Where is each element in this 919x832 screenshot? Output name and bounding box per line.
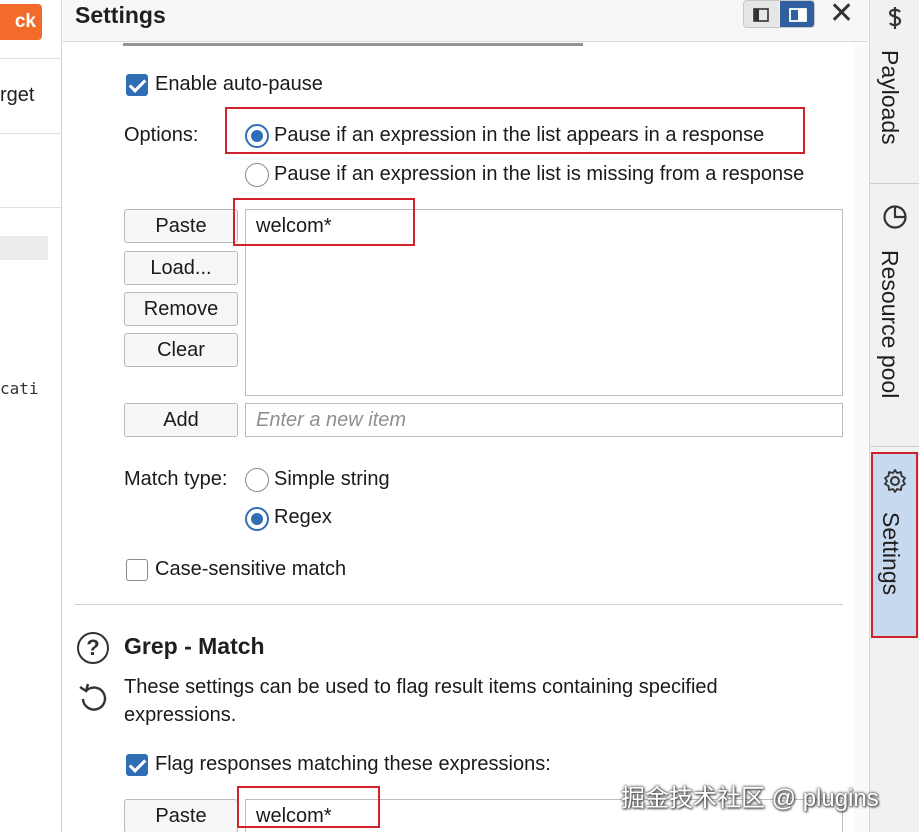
- grep-paste-button[interactable]: Paste: [124, 799, 238, 832]
- left-divider: [0, 133, 61, 134]
- highlight-box-list-item: [233, 198, 415, 246]
- pie-chart-icon: [883, 205, 907, 229]
- right-tab-bar: Payloads Resource pool Settings: [869, 0, 919, 832]
- option-appears-label: Pause if an expression in the list appea…: [274, 124, 765, 146]
- split-layout-icon: [753, 8, 769, 22]
- load-button[interactable]: Load...: [124, 251, 238, 285]
- panel-layout-icon: [789, 8, 807, 22]
- gear-icon: [884, 469, 906, 493]
- dollar-icon: [888, 7, 902, 29]
- layout-toggle: [743, 0, 815, 28]
- settings-header: Settings ✕: [63, 0, 868, 42]
- options-label: Options:: [124, 124, 199, 146]
- flag-responses-checkbox[interactable]: [126, 754, 148, 776]
- tab-settings[interactable]: Settings: [871, 452, 918, 638]
- tab-payloads[interactable]: Payloads: [870, 0, 919, 183]
- option-missing-label: Pause if an expression in the list is mi…: [274, 163, 805, 185]
- enable-auto-pause-checkbox[interactable]: [126, 74, 148, 96]
- attack-button[interactable]: ck: [0, 4, 42, 40]
- tab-resource-pool-label: Resource pool: [877, 250, 903, 399]
- simple-string-radio[interactable]: [245, 468, 269, 492]
- scrollbar[interactable]: [854, 44, 868, 832]
- close-icon[interactable]: ✕: [829, 0, 854, 30]
- regex-radio[interactable]: [245, 507, 269, 531]
- settings-panel: Settings ✕ Enable auto-pause Options: Pa…: [63, 0, 868, 832]
- layout-panel-button[interactable]: [780, 1, 814, 27]
- left-request-text: cati: [0, 379, 39, 398]
- new-item-input[interactable]: Enter a new item: [245, 403, 843, 437]
- target-tab-label[interactable]: rget: [0, 84, 34, 107]
- left-pane: ck rget cati: [0, 0, 62, 832]
- case-sensitive-label: Case-sensitive match: [155, 558, 347, 580]
- panel-title: Settings: [75, 2, 166, 28]
- option-appears-radio[interactable]: [245, 124, 269, 148]
- clipped-text-line: [123, 43, 583, 46]
- tab-resource-pool[interactable]: Resource pool: [870, 184, 919, 444]
- remove-button[interactable]: Remove: [124, 292, 238, 326]
- left-selected-row[interactable]: [0, 236, 48, 260]
- regex-label: Regex: [274, 506, 332, 528]
- option-missing-radio[interactable]: [245, 163, 269, 187]
- enable-auto-pause-label: Enable auto-pause: [155, 73, 323, 95]
- simple-string-label: Simple string: [274, 468, 390, 490]
- left-divider: [0, 207, 61, 208]
- layout-split-button[interactable]: [744, 1, 779, 27]
- match-type-label: Match type:: [124, 468, 228, 490]
- clear-button[interactable]: Clear: [124, 333, 238, 367]
- case-sensitive-checkbox[interactable]: [126, 559, 148, 581]
- flag-responses-label: Flag responses matching these expression…: [155, 753, 551, 775]
- reset-icon[interactable]: [77, 680, 111, 714]
- watermark-text: 掘金技术社区 @ plugins: [621, 785, 879, 812]
- paste-button[interactable]: Paste: [124, 209, 238, 243]
- left-divider: [0, 58, 61, 59]
- tab-payloads-label: Payloads: [877, 50, 903, 145]
- tab-settings-label: Settings: [878, 512, 904, 596]
- grep-description-line2: expressions.: [124, 704, 237, 726]
- tab-divider: [870, 446, 919, 447]
- grep-match-title: Grep - Match: [124, 633, 265, 659]
- highlight-box-grep-item: [237, 786, 380, 828]
- section-divider: [75, 604, 843, 605]
- help-icon[interactable]: ?: [77, 632, 109, 664]
- add-button[interactable]: Add: [124, 403, 238, 437]
- grep-description-line1: These settings can be used to flag resul…: [124, 676, 718, 698]
